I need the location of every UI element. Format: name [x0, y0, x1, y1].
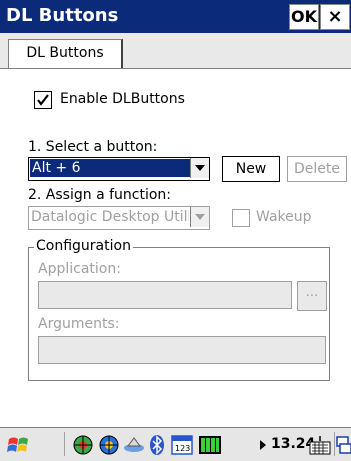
taskbar: 123 13.24 [0, 427, 351, 461]
chevron-down-icon[interactable] [190, 158, 209, 178]
wakeup-label[interactable]: Wakeup [256, 209, 312, 225]
wakeup-checkbox[interactable] [232, 209, 250, 227]
function-select[interactable]: Datalogic Desktop Utili [28, 206, 210, 230]
checkmark-icon [37, 94, 49, 106]
keypad-123-icon[interactable]: 123 [170, 434, 194, 456]
configuration-title: Configuration [34, 238, 133, 254]
arguments-label: Arguments: [38, 316, 120, 332]
button-select[interactable]: Alt + 6 [28, 157, 210, 181]
svg-text:123: 123 [175, 444, 190, 453]
application-field[interactable] [38, 281, 292, 309]
chevron-down-icon[interactable] [190, 207, 209, 227]
function-select-value: Datalogic Desktop Utili [31, 209, 189, 225]
arguments-field[interactable] [38, 336, 326, 364]
sync-icon[interactable] [122, 434, 146, 456]
bluetooth-icon[interactable] [148, 434, 166, 456]
network-icon[interactable] [72, 434, 94, 456]
tab-strip: DL Buttons [0, 33, 351, 69]
browse-button[interactable]: ... [297, 281, 327, 311]
arrow-right-icon[interactable] [258, 439, 268, 451]
delete-button[interactable]: Delete [287, 156, 347, 182]
taskbar-separator [64, 432, 65, 456]
title-bar: DL Buttons OK × [0, 0, 351, 33]
assign-function-label: 2. Assign a function: [28, 187, 172, 203]
button-select-value: Alt + 6 [30, 159, 190, 177]
application-label: Application: [38, 261, 121, 277]
network-alt-icon[interactable] [98, 434, 120, 456]
tab-dl-buttons[interactable]: DL Buttons [8, 39, 123, 68]
start-windows-icon[interactable] [6, 434, 32, 456]
enable-dlbuttons-label[interactable]: Enable DLButtons [60, 91, 185, 107]
battery-icon[interactable] [198, 434, 224, 456]
ok-button[interactable]: OK [289, 4, 319, 30]
taskbar-separator [334, 432, 335, 456]
enable-dlbuttons-checkbox[interactable] [34, 91, 52, 109]
tab-content: Enable DLButtons 1. Select a button: Alt… [0, 69, 351, 427]
windows-switch-icon[interactable] [336, 434, 351, 456]
close-button[interactable]: × [320, 4, 350, 30]
new-button[interactable]: New [222, 156, 280, 182]
window-title: DL Buttons [6, 5, 119, 26]
select-button-label: 1. Select a button: [28, 139, 158, 155]
keyboard-icon[interactable] [308, 434, 332, 456]
